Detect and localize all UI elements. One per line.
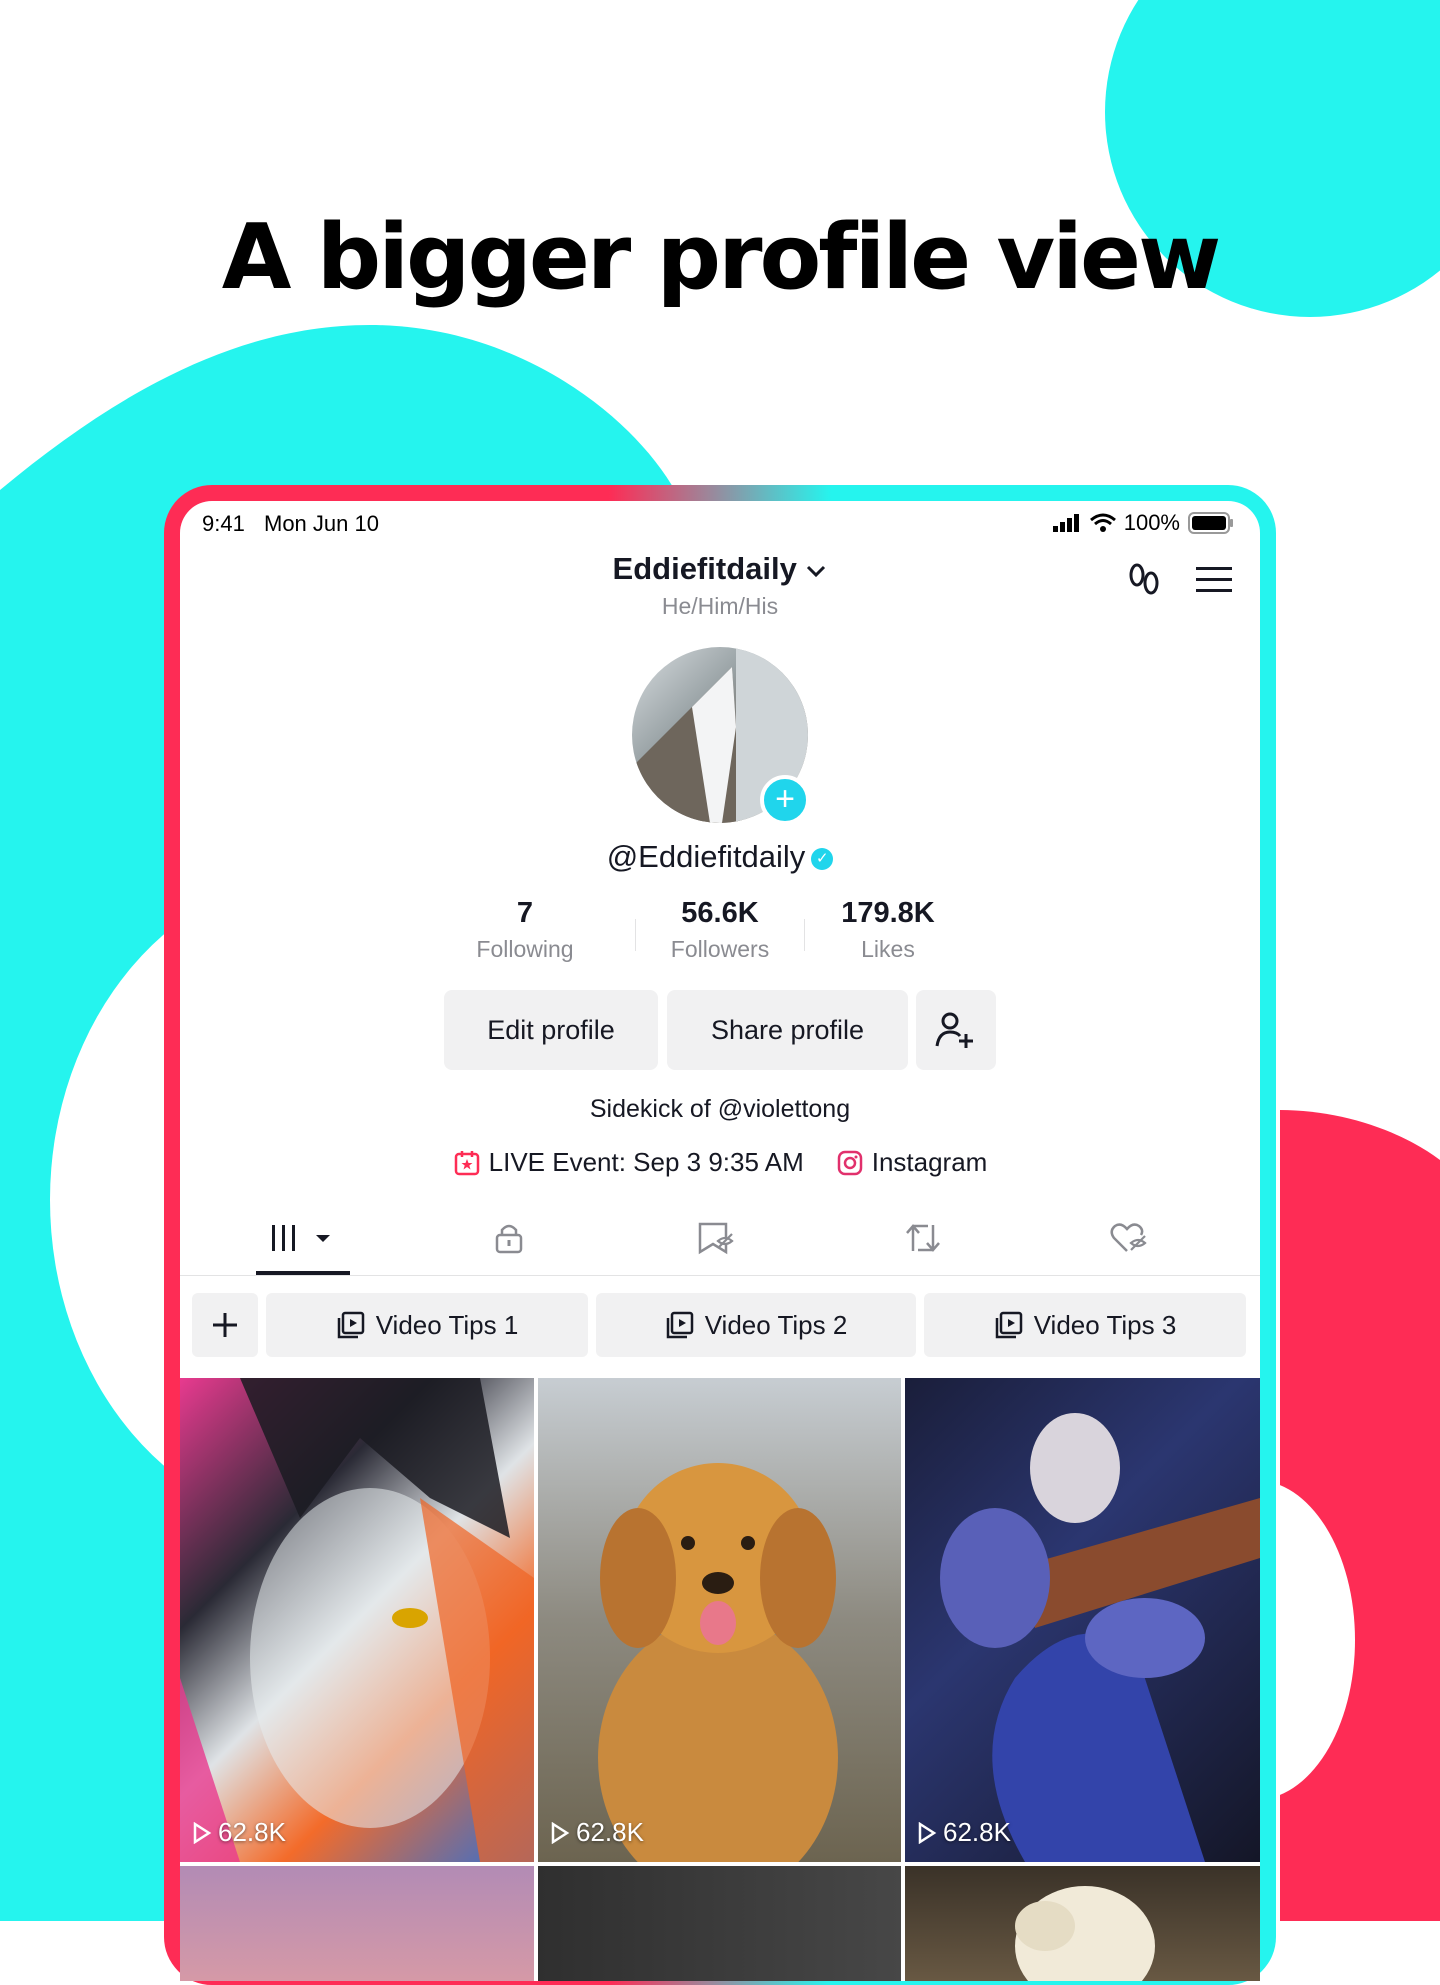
play-icon	[193, 1821, 212, 1844]
plus-icon	[213, 1313, 237, 1337]
playlist-label: Video Tips 3	[1033, 1309, 1177, 1340]
stat-value: 179.8K	[841, 897, 935, 929]
headline: A bigger profile view	[221, 205, 1221, 310]
status-bar: 9:41 Mon Jun 10 100%	[180, 501, 1260, 545]
profile-bio: Sidekick of @violettong	[589, 1095, 851, 1123]
stat-following[interactable]: 7 Following	[450, 897, 600, 963]
status-indicators: 100%	[1052, 510, 1234, 536]
playlist-label: Video Tips 1	[375, 1309, 519, 1340]
painted-face-image	[180, 1378, 534, 1862]
username-label: Eddiefitdaily	[612, 551, 797, 586]
tab-videos[interactable]	[228, 1201, 378, 1275]
stat-label: Followers	[670, 936, 770, 962]
stat-value: 7	[516, 897, 534, 929]
view-count-text: 62.8K	[576, 1817, 644, 1847]
view-count: 62.8K	[192, 1817, 286, 1848]
battery-icon	[1188, 512, 1233, 534]
stat-value: 56.6K	[681, 897, 759, 929]
content-tabs	[180, 1201, 1260, 1276]
wifi-icon	[1089, 513, 1116, 532]
status-time: 9:41	[202, 511, 245, 536]
status-date: Mon Jun 10	[264, 511, 379, 536]
heart-hidden-icon	[1110, 1223, 1147, 1252]
video-thumbnail[interactable]	[180, 1866, 534, 1981]
grid-view-icon	[272, 1225, 330, 1251]
add-avatar-button[interactable]: +	[760, 775, 810, 825]
verified-badge-icon: ✓	[811, 847, 834, 870]
profile-links: LIVE Event: Sep 3 9:35 AM Instagram	[180, 1147, 1260, 1178]
video-thumbnail[interactable]	[905, 1866, 1260, 1981]
playlist-chips: Video Tips 1 Video Tips 2 Video Tips 3	[192, 1293, 1248, 1357]
play-icon	[918, 1821, 937, 1844]
username-switcher[interactable]: Eddiefitdaily	[180, 551, 1260, 587]
stat-likes[interactable]: 179.8K Likes	[813, 897, 963, 963]
signal-icon	[1052, 514, 1079, 532]
view-count: 62.8K	[917, 1817, 1011, 1848]
view-count-text: 62.8K	[943, 1817, 1011, 1847]
calendar-star-icon	[454, 1150, 479, 1175]
stat-divider	[635, 919, 636, 951]
live-event-link[interactable]: LIVE Event: Sep 3 9:35 AM	[453, 1147, 804, 1178]
guitarist-image	[940, 1413, 1260, 1862]
video-thumbnail[interactable]	[538, 1866, 901, 1981]
instagram-text: Instagram	[871, 1147, 988, 1177]
playlist-label: Video Tips 2	[704, 1309, 848, 1340]
playlist-chip[interactable]: Video Tips 1	[266, 1293, 588, 1357]
chevron-down-icon	[807, 565, 826, 577]
menu-icon[interactable]	[1196, 565, 1232, 595]
profile-handle: @Eddiefitdaily ✓	[180, 839, 1260, 875]
video-thumbnail[interactable]: 62.8K	[180, 1378, 534, 1862]
tablet-screen: 9:41 Mon Jun 10 100% Eddiefitdaily He/Hi…	[180, 501, 1260, 1981]
view-count: 62.8K	[550, 1817, 644, 1848]
add-friend-button[interactable]	[916, 990, 996, 1070]
playlist-icon	[995, 1311, 1022, 1339]
flowers-image	[1015, 1886, 1155, 1981]
add-playlist-button[interactable]	[192, 1293, 258, 1357]
stat-label: Likes	[861, 936, 915, 962]
tab-saved[interactable]	[640, 1201, 790, 1275]
playlist-chip[interactable]: Video Tips 2	[596, 1293, 916, 1357]
lock-icon	[495, 1224, 523, 1254]
video-thumbnail[interactable]: 62.8K	[905, 1378, 1260, 1862]
instagram-icon	[837, 1150, 862, 1175]
stat-label: Following	[476, 936, 574, 962]
stat-divider	[804, 919, 805, 951]
video-thumbnail[interactable]: 62.8K	[538, 1378, 901, 1862]
bookmark-hidden-icon	[698, 1222, 734, 1255]
tab-private[interactable]	[434, 1201, 584, 1275]
playlist-icon	[337, 1311, 364, 1339]
playlist-icon	[666, 1311, 693, 1339]
battery-percent: 100%	[1123, 510, 1180, 535]
stat-followers[interactable]: 56.6K Followers	[645, 897, 795, 963]
view-count-text: 62.8K	[218, 1817, 286, 1847]
live-event-text: LIVE Event: Sep 3 9:35 AM	[488, 1147, 804, 1177]
handle-text: @Eddiefitdaily	[606, 839, 806, 874]
tab-reposts[interactable]	[848, 1201, 998, 1275]
edit-profile-button[interactable]: Edit profile	[444, 990, 658, 1070]
repost-icon	[906, 1224, 940, 1252]
tab-liked[interactable]	[1054, 1201, 1204, 1275]
pronouns: He/Him/His	[661, 593, 779, 619]
add-person-icon	[935, 1012, 973, 1048]
share-profile-button[interactable]: Share profile	[667, 990, 908, 1070]
instagram-link[interactable]: Instagram	[836, 1147, 988, 1178]
golden-retriever-image	[598, 1463, 838, 1862]
active-tab-indicator	[256, 1271, 350, 1275]
playlist-chip[interactable]: Video Tips 3	[924, 1293, 1246, 1357]
footprints-icon[interactable]	[1124, 561, 1164, 601]
play-icon	[551, 1821, 570, 1844]
